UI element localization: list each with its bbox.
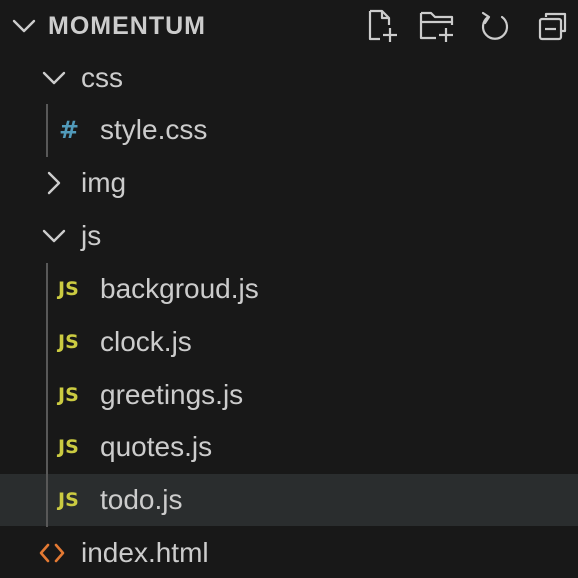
refresh-icon [481,11,509,40]
new-file-icon [368,9,397,42]
file-greetings-js[interactable]: JS greetings.js [0,369,578,421]
new-folder-icon [419,11,454,42]
file-style-css[interactable]: # style.css [0,104,578,156]
js-file-icon: JS [58,436,79,458]
new-folder-button[interactable] [418,7,456,45]
js-file-icon: JS [58,278,79,300]
file-quotes-js[interactable]: JS quotes.js [0,421,578,473]
file-label: clock.js [100,326,192,357]
chevron-down-icon [40,64,68,92]
js-file-icon: JS [58,331,79,353]
file-backgroud-js[interactable]: JS backgroud.js [0,263,578,315]
folder-label: img [81,167,127,198]
chevron-down-icon [40,222,68,250]
new-file-button[interactable] [363,7,401,45]
project-title[interactable]: MOMENTUM [48,12,206,40]
indent-guide [46,104,48,157]
folder-css[interactable]: css [0,52,578,104]
refresh-button[interactable] [476,7,514,45]
file-clock-js[interactable]: JS clock.js [0,316,578,368]
explorer-header[interactable]: MOMENTUM [0,0,578,52]
js-file-icon: JS [58,489,79,511]
folder-label: css [81,62,123,93]
folder-js[interactable]: js [0,210,578,262]
file-label: backgroud.js [100,273,259,304]
file-label: index.html [81,537,209,568]
folder-img[interactable]: img [0,157,578,209]
chevron-right-icon [40,169,68,197]
file-label: greetings.js [100,379,244,410]
file-index-html[interactable]: index.html [0,527,578,578]
indent-guide [46,263,48,527]
file-label: style.css [100,114,208,145]
file-explorer: MOMENTUM css # style.css img js JS backg… [0,0,578,578]
collapse-all-icon [538,12,567,41]
html-file-icon [38,539,66,567]
chevron-down-icon[interactable] [10,12,38,40]
js-file-icon: JS [58,384,79,406]
collapse-all-button[interactable] [534,7,572,45]
file-label: todo.js [100,484,183,515]
folder-label: js [81,220,102,251]
file-label: quotes.js [100,431,213,462]
file-todo-js[interactable]: JS todo.js [0,474,578,526]
css-file-icon: # [59,116,80,144]
